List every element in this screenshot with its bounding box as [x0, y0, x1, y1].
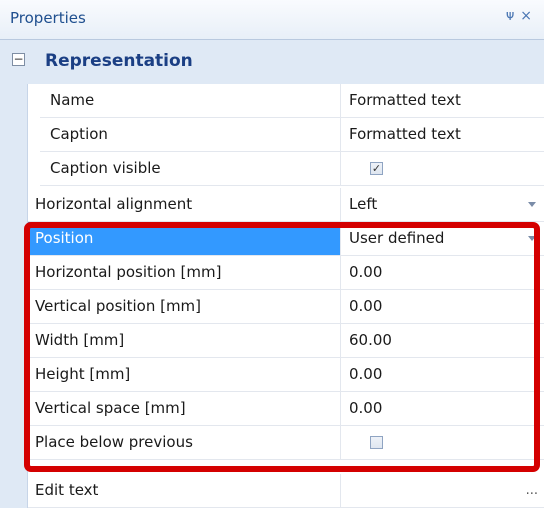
dropdown-arrow-icon[interactable]	[528, 236, 536, 241]
close-icon[interactable]: ×	[520, 8, 538, 24]
property-value[interactable]: 60.00	[349, 324, 520, 357]
dropdown-arrow-icon[interactable]	[528, 202, 536, 207]
property-row-horizontal-alignment[interactable]: Horizontal alignment Left	[28, 188, 544, 222]
property-value[interactable]: Left	[349, 188, 520, 221]
property-value[interactable]: 0.00	[349, 392, 520, 425]
pin-icon[interactable]: ᴪ	[506, 8, 520, 24]
property-row-name[interactable]: Name Formatted text	[40, 84, 544, 118]
category-label: Representation	[45, 51, 193, 71]
property-label: Vertical space [mm]	[35, 399, 186, 417]
property-label: Position	[28, 222, 340, 255]
property-row-width[interactable]: Width [mm] 60.00	[28, 324, 544, 358]
property-row-height[interactable]: Height [mm] 0.00	[28, 358, 544, 392]
property-row-position[interactable]: Position User defined	[28, 222, 544, 256]
caption-visible-checkbox[interactable]: ✓	[370, 162, 383, 175]
property-label: Width [mm]	[35, 331, 125, 349]
property-row-place-below-previous[interactable]: Place below previous	[28, 426, 544, 460]
property-label: Name	[50, 91, 95, 109]
category-representation[interactable]: − Representation	[0, 40, 544, 84]
property-value[interactable]: User defined	[349, 222, 520, 255]
property-value[interactable]: 0.00	[349, 256, 520, 289]
collapse-icon[interactable]: −	[12, 53, 25, 66]
property-value[interactable]: Formatted text	[349, 84, 520, 117]
property-row-caption[interactable]: Caption Formatted text	[40, 118, 544, 152]
property-row-caption-visible[interactable]: Caption visible ✓	[40, 152, 544, 186]
properties-title-bar: Properties ᴪ×	[0, 0, 544, 40]
panel-title: Properties	[10, 9, 86, 27]
property-grid-gutter	[0, 40, 28, 508]
property-label: Edit text	[35, 481, 99, 499]
property-value[interactable]	[349, 474, 520, 507]
property-value[interactable]: 0.00	[349, 358, 520, 391]
ellipsis-button[interactable]: ...	[526, 474, 538, 507]
property-label: Caption	[50, 125, 108, 143]
property-label: Horizontal alignment	[35, 195, 193, 213]
property-row-vertical-position[interactable]: Vertical position [mm] 0.00	[28, 290, 544, 324]
property-value[interactable]: 0.00	[349, 290, 520, 323]
property-label: Height [mm]	[35, 365, 131, 383]
property-label: Vertical position [mm]	[35, 297, 202, 315]
property-value[interactable]: Formatted text	[349, 118, 520, 151]
property-row-vertical-space[interactable]: Vertical space [mm] 0.00	[28, 392, 544, 426]
property-row-horizontal-position[interactable]: Horizontal position [mm] 0.00	[28, 256, 544, 290]
property-row-edit-text[interactable]: Edit text ...	[28, 474, 544, 508]
place-below-previous-checkbox[interactable]	[370, 436, 383, 449]
property-label: Place below previous	[35, 433, 193, 451]
property-label: Caption visible	[50, 159, 161, 177]
property-label: Horizontal position [mm]	[35, 263, 222, 281]
